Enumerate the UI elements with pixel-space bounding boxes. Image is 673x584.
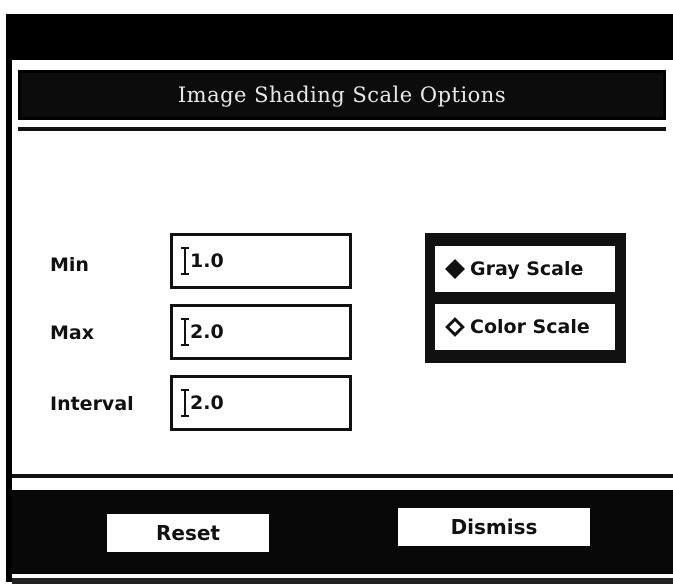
gray-scale-label: Gray Scale [470, 258, 584, 280]
max-label: Max [50, 322, 94, 344]
window-frame-top [6, 14, 673, 60]
diamond-outline-icon [445, 317, 465, 337]
min-input[interactable]: 1.0 [170, 233, 352, 289]
button-bar: Reset Dismiss [12, 490, 673, 574]
text-cursor-icon [181, 247, 189, 275]
button-bar-divider [12, 474, 673, 478]
dialog-title: Image Shading Scale Options [177, 83, 507, 107]
color-scale-option[interactable]: Color Scale [435, 304, 615, 350]
dialog-title-bar[interactable]: Image Shading Scale Options [18, 70, 666, 120]
interval-value: 2.0 [190, 392, 224, 414]
min-label: Min [50, 254, 89, 276]
gray-scale-option[interactable]: Gray Scale [435, 246, 615, 292]
max-input[interactable]: 2.0 [170, 304, 352, 360]
color-scale-label: Color Scale [470, 316, 590, 338]
window-frame-bottom [12, 578, 673, 584]
text-cursor-icon [181, 389, 189, 417]
text-cursor-icon [181, 318, 189, 346]
interval-label: Interval [50, 393, 134, 415]
reset-button[interactable]: Reset [107, 514, 269, 552]
window-frame-right [662, 14, 670, 44]
scale-options-panel: Gray Scale Color Scale [425, 233, 626, 363]
dismiss-button[interactable]: Dismiss [398, 508, 590, 546]
min-value: 1.0 [190, 250, 224, 272]
diamond-filled-icon [445, 259, 465, 279]
title-divider [18, 127, 666, 131]
interval-input[interactable]: 2.0 [170, 375, 352, 431]
max-value: 2.0 [190, 321, 224, 343]
